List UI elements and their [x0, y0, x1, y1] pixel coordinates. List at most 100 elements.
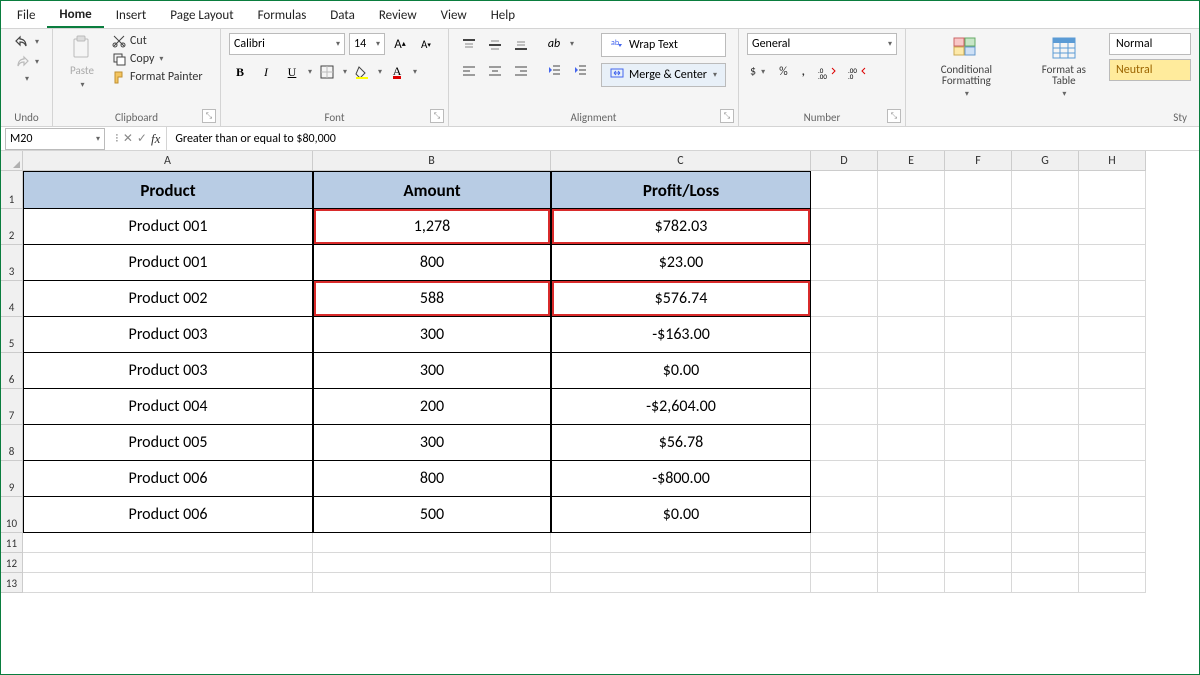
cell[interactable]: [551, 573, 811, 593]
col-header-G[interactable]: G: [1012, 151, 1079, 171]
cell[interactable]: Profit/Loss: [551, 171, 811, 209]
cell[interactable]: [945, 245, 1012, 281]
cell[interactable]: [811, 353, 878, 389]
cell[interactable]: $0.00: [551, 353, 811, 389]
cell[interactable]: Product 003: [23, 317, 313, 353]
cell[interactable]: Product 004: [23, 389, 313, 425]
decrease-font-icon[interactable]: A▾: [415, 33, 437, 55]
align-right-icon[interactable]: [509, 59, 533, 83]
cell[interactable]: [1012, 171, 1079, 209]
cell[interactable]: [945, 553, 1012, 573]
undo-button[interactable]: ▾: [11, 33, 42, 51]
cell[interactable]: 588: [313, 281, 551, 317]
cell[interactable]: [945, 281, 1012, 317]
row-header[interactable]: 9: [1, 461, 23, 497]
cell[interactable]: [551, 533, 811, 553]
cell[interactable]: [945, 533, 1012, 553]
cut-button[interactable]: Cut: [109, 33, 206, 49]
cell[interactable]: 300: [313, 353, 551, 389]
cell[interactable]: 1,278: [313, 209, 551, 245]
cell[interactable]: [313, 573, 551, 593]
cell[interactable]: [1012, 245, 1079, 281]
cell[interactable]: Product 001: [23, 245, 313, 281]
row-header[interactable]: 2: [1, 209, 23, 245]
cell[interactable]: [945, 317, 1012, 353]
increase-decimal-icon[interactable]: .0.00: [816, 61, 838, 83]
row-header[interactable]: 3: [1, 245, 23, 281]
cell[interactable]: -$800.00: [551, 461, 811, 497]
cell[interactable]: $56.78: [551, 425, 811, 461]
cell[interactable]: [811, 497, 878, 533]
format-painter-button[interactable]: Format Painter: [109, 69, 206, 85]
cell[interactable]: [1079, 425, 1146, 461]
menu-page-layout[interactable]: Page Layout: [158, 3, 245, 27]
cell[interactable]: [1012, 497, 1079, 533]
clipboard-launcher[interactable]: ⤡: [202, 109, 216, 123]
currency-button[interactable]: $▾: [747, 64, 768, 80]
alignment-launcher[interactable]: ⤡: [720, 109, 734, 123]
fbar-menu-icon[interactable]: ⁝: [115, 131, 119, 146]
orientation-icon[interactable]: ab: [543, 33, 565, 55]
row-header[interactable]: 6: [1, 353, 23, 389]
cell[interactable]: [313, 553, 551, 573]
cell[interactable]: [1012, 209, 1079, 245]
cell[interactable]: [878, 245, 945, 281]
menu-insert[interactable]: Insert: [104, 3, 159, 27]
cell[interactable]: [1012, 425, 1079, 461]
cell[interactable]: Product 005: [23, 425, 313, 461]
comma-button[interactable]: ,: [799, 64, 808, 80]
row-header[interactable]: 7: [1, 389, 23, 425]
cell[interactable]: [878, 389, 945, 425]
cell[interactable]: [945, 171, 1012, 209]
number-launcher[interactable]: ⤡: [887, 109, 901, 123]
cell[interactable]: [313, 533, 551, 553]
cell[interactable]: [878, 573, 945, 593]
cell[interactable]: [945, 425, 1012, 461]
cell[interactable]: [811, 245, 878, 281]
menu-formulas[interactable]: Formulas: [246, 3, 319, 27]
cell[interactable]: Product 002: [23, 281, 313, 317]
font-name-select[interactable]: Calibri▾: [229, 33, 345, 55]
cell[interactable]: -$2,604.00: [551, 389, 811, 425]
cell[interactable]: 200: [313, 389, 551, 425]
cell[interactable]: Product 006: [23, 497, 313, 533]
cell[interactable]: Product 001: [23, 209, 313, 245]
merge-center-button[interactable]: Merge & Center▾: [601, 63, 726, 87]
row-header[interactable]: 1: [1, 171, 23, 209]
cell[interactable]: 500: [313, 497, 551, 533]
formula-input[interactable]: Greater than or equal to $80,000: [167, 127, 1199, 150]
cell[interactable]: [1012, 533, 1079, 553]
menu-help[interactable]: Help: [479, 3, 527, 27]
col-header-A[interactable]: A: [23, 151, 313, 171]
cell[interactable]: -$163.00: [551, 317, 811, 353]
cell[interactable]: [811, 533, 878, 553]
cell[interactable]: [1012, 281, 1079, 317]
font-size-select[interactable]: 14▾: [349, 33, 385, 55]
align-middle-icon[interactable]: [483, 33, 507, 57]
enter-icon[interactable]: ✓: [137, 131, 147, 146]
cell[interactable]: [945, 573, 1012, 593]
italic-button[interactable]: I: [255, 61, 277, 83]
cell[interactable]: [1079, 353, 1146, 389]
cell[interactable]: [811, 317, 878, 353]
cell[interactable]: Product: [23, 171, 313, 209]
cell[interactable]: [1079, 389, 1146, 425]
fill-color-button[interactable]: [351, 61, 373, 83]
cell[interactable]: 300: [313, 317, 551, 353]
cell[interactable]: [878, 461, 945, 497]
cell[interactable]: [23, 573, 313, 593]
cell[interactable]: [1079, 461, 1146, 497]
cell[interactable]: 800: [313, 461, 551, 497]
cell[interactable]: [1079, 533, 1146, 553]
row-header[interactable]: 11: [1, 533, 23, 553]
font-launcher[interactable]: ⤡: [430, 109, 444, 123]
cell[interactable]: 300: [313, 425, 551, 461]
row-header[interactable]: 5: [1, 317, 23, 353]
cell[interactable]: [1079, 209, 1146, 245]
select-all-corner[interactable]: [1, 151, 23, 171]
cell[interactable]: [811, 389, 878, 425]
cell[interactable]: [945, 389, 1012, 425]
cell[interactable]: [878, 209, 945, 245]
percent-button[interactable]: %: [776, 64, 791, 80]
worksheet-grid[interactable]: ABCDEFGH 1ProductAmountProfit/Loss2Produ…: [1, 151, 1199, 593]
